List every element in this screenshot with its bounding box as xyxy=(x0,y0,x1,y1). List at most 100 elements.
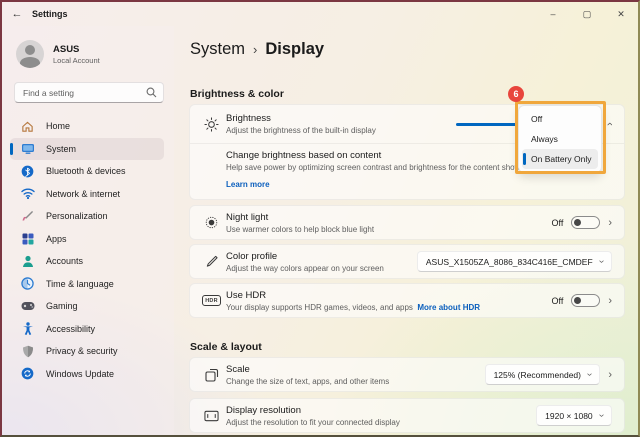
color-profile-value: ASUS_X1505ZA_8086_834C416E_CMDEF xyxy=(426,257,593,267)
pen-icon xyxy=(203,255,220,268)
sidebar-item-home[interactable]: Home xyxy=(10,115,164,138)
close-button[interactable]: ✕ xyxy=(604,2,638,26)
gamepad-icon xyxy=(20,299,35,314)
sidebar-item-windows-update[interactable]: Windows Update xyxy=(10,363,164,386)
chevron-right-icon[interactable]: › xyxy=(608,217,612,229)
night-light-toggle-label: Off xyxy=(551,218,563,228)
hdr-title: Use HDR xyxy=(226,290,480,301)
flyout-option-always[interactable]: Always xyxy=(522,129,598,149)
learn-more-link[interactable]: Learn more xyxy=(226,180,270,189)
night-light-toggle[interactable] xyxy=(571,216,600,229)
section-brightness-color: Brightness & color xyxy=(190,88,625,100)
back-arrow-icon: ← xyxy=(12,8,23,20)
scale-title: Scale xyxy=(226,364,389,375)
resolution-icon xyxy=(203,410,220,422)
color-profile-dropdown[interactable]: ASUS_X1505ZA_8086_834C416E_CMDEF › xyxy=(417,251,612,272)
maximize-button[interactable]: ▢ xyxy=(570,2,604,26)
page-title: Display xyxy=(265,40,324,59)
person-icon xyxy=(20,254,35,269)
minimize-button[interactable]: – xyxy=(536,2,570,26)
bluetooth-icon xyxy=(20,164,35,179)
chevron-down-icon: › xyxy=(596,414,607,417)
scale-desc: Change the size of text, apps, and other… xyxy=(226,377,389,386)
sidebar-item-system[interactable]: System xyxy=(10,138,164,161)
flyout-option-on-battery-only[interactable]: On Battery Only xyxy=(522,149,598,169)
sidebar-item-apps[interactable]: Apps xyxy=(10,228,164,251)
hdr-desc: Your display supports HDR games, videos,… xyxy=(226,303,480,312)
hdr-toggle[interactable] xyxy=(571,294,600,307)
night-light-row[interactable]: Night light Use warmer colors to help bl… xyxy=(190,206,624,239)
sidebar-item-network-internet[interactable]: Network & internet xyxy=(10,183,164,206)
flyout-option-off[interactable]: Off xyxy=(522,109,598,129)
chevron-right-icon[interactable]: › xyxy=(608,295,612,307)
resolution-dropdown[interactable]: 1920 × 1080 › xyxy=(536,405,612,426)
brightness-mode-flyout: Off Always On Battery Only xyxy=(518,105,602,173)
night-light-title: Night light xyxy=(226,212,374,223)
back-button[interactable]: ← xyxy=(2,8,32,20)
scale-dropdown[interactable]: 125% (Recommended) › xyxy=(485,364,601,385)
resolution-card: Display resolution Adjust the resolution… xyxy=(189,398,625,433)
annotation-step-badge: 6 xyxy=(508,86,524,102)
hdr-card: HDR Use HDR Your display supports HDR ga… xyxy=(189,283,625,318)
more-about-hdr-link[interactable]: More about HDR xyxy=(417,303,480,312)
clock-globe-icon xyxy=(20,276,35,291)
color-profile-row: Color profile Adjust the way colors appe… xyxy=(190,245,624,278)
system-icon xyxy=(20,141,35,156)
avatar xyxy=(16,40,44,68)
window-title: Settings xyxy=(32,9,68,19)
wifi-icon xyxy=(20,186,35,201)
search-input[interactable] xyxy=(14,82,164,103)
section-scale-layout: Scale & layout xyxy=(190,341,625,353)
account-card[interactable]: ASUS Local Account xyxy=(16,40,164,68)
brightness-desc: Adjust the brightness of the built-in di… xyxy=(226,126,376,135)
breadcrumb-system[interactable]: System xyxy=(190,40,245,59)
scale-value: 125% (Recommended) xyxy=(494,370,581,380)
sidebar-item-personalization[interactable]: Personalization xyxy=(10,205,164,228)
hdr-icon: HDR xyxy=(203,295,220,306)
sidebar-nav: Home System Bluetooth & devices Network … xyxy=(10,115,164,385)
scale-row[interactable]: Scale Change the size of text, apps, and… xyxy=(190,358,624,391)
brightness-sun-icon xyxy=(203,117,220,132)
settings-window: ← Settings – ▢ ✕ ASUS Local Account xyxy=(0,0,640,437)
color-profile-card: Color profile Adjust the way colors appe… xyxy=(189,244,625,279)
sidebar: ASUS Local Account Home System xyxy=(2,26,174,435)
sidebar-item-privacy-security[interactable]: Privacy & security xyxy=(10,340,164,363)
hdr-row[interactable]: HDR Use HDR Your display supports HDR ga… xyxy=(190,284,624,317)
main-content: System › Display Brightness & color Brig… xyxy=(174,26,638,435)
paintbrush-icon xyxy=(20,209,35,224)
chevron-right-icon[interactable]: › xyxy=(608,369,612,381)
brightness-slider[interactable] xyxy=(456,123,520,126)
accessibility-person-icon xyxy=(20,321,35,336)
scale-icon xyxy=(203,368,220,382)
maximize-icon: ▢ xyxy=(583,9,592,20)
titlebar: ← Settings – ▢ ✕ xyxy=(2,2,638,26)
sidebar-item-accounts[interactable]: Accounts xyxy=(10,250,164,273)
sidebar-item-accessibility[interactable]: Accessibility xyxy=(10,318,164,341)
home-icon xyxy=(20,119,35,134)
sidebar-item-gaming[interactable]: Gaming xyxy=(10,295,164,318)
chevron-down-icon: › xyxy=(584,373,595,376)
night-light-icon xyxy=(203,215,220,230)
apps-grid-icon xyxy=(20,231,35,246)
color-profile-title: Color profile xyxy=(226,251,384,262)
window-controls: – ▢ ✕ xyxy=(536,2,638,26)
color-profile-desc: Adjust the way colors appear on your scr… xyxy=(226,264,384,273)
brightness-title: Brightness xyxy=(226,113,376,124)
breadcrumb: System › Display xyxy=(190,40,625,59)
scale-card: Scale Change the size of text, apps, and… xyxy=(189,357,625,392)
hdr-toggle-label: Off xyxy=(551,296,563,306)
update-arrows-icon xyxy=(20,366,35,381)
close-icon: ✕ xyxy=(617,9,625,20)
search-icon xyxy=(146,87,157,98)
sidebar-item-bluetooth-devices[interactable]: Bluetooth & devices xyxy=(10,160,164,183)
content-brightness-desc: Help save power by optimizing screen con… xyxy=(226,163,525,172)
night-light-desc: Use warmer colors to help block blue lig… xyxy=(226,225,374,234)
user-name: ASUS xyxy=(53,44,100,55)
account-type: Local Account xyxy=(53,56,100,65)
resolution-title: Display resolution xyxy=(226,405,400,416)
night-light-card: Night light Use warmer colors to help bl… xyxy=(189,205,625,240)
sidebar-item-time-language[interactable]: Time & language xyxy=(10,273,164,296)
resolution-row: Display resolution Adjust the resolution… xyxy=(190,399,624,432)
chevron-down-icon: › xyxy=(596,260,607,263)
chevron-up-icon[interactable]: › xyxy=(604,122,616,126)
